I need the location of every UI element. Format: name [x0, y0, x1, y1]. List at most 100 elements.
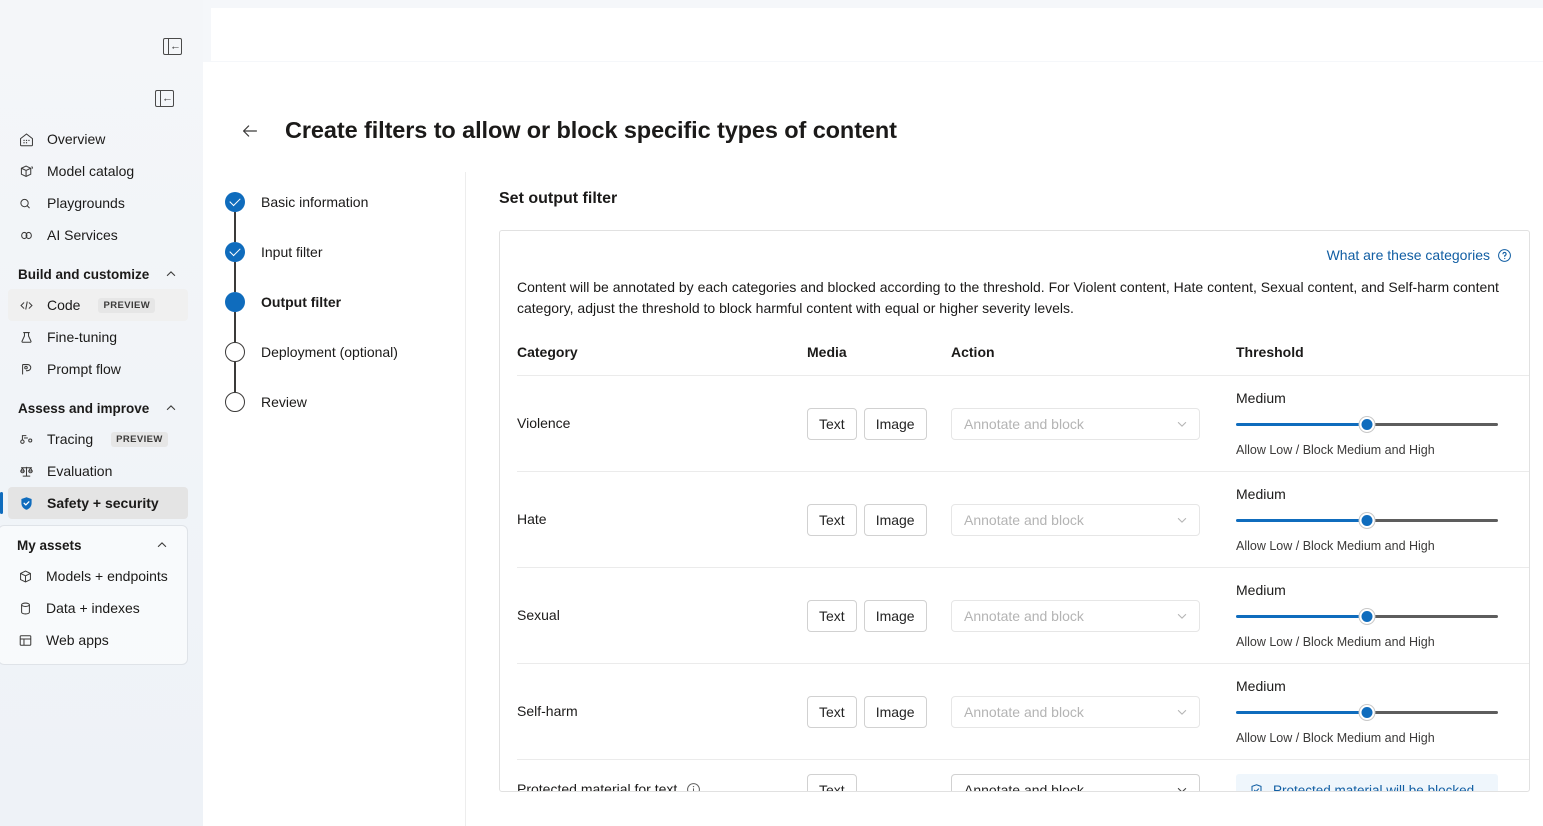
slider-track-filled	[1236, 519, 1367, 522]
sidebar-item-label: Data + indexes	[46, 600, 140, 616]
threshold-description: Allow Low / Block Medium and High	[1236, 443, 1509, 457]
cell-threshold: Medium Allow Low / Block Medium and High	[1236, 568, 1509, 664]
sidebar-item-models-endpoints[interactable]: Models + endpoints	[7, 560, 179, 592]
table-row: Sexual Text Image	[517, 568, 1530, 664]
collapse-panel-icon-top[interactable]	[163, 38, 182, 55]
media-chip-image[interactable]: Image	[864, 408, 927, 440]
sidebar-group-label: Build and customize	[18, 267, 149, 282]
main-panel: Create filters to allow or block specifi…	[203, 62, 1543, 826]
sidebar-item-label: Overview	[47, 131, 105, 147]
sidebar-group-assess-and-improve[interactable]: Assess and improve	[8, 393, 188, 423]
action-dropdown[interactable]: Annotate and block	[951, 504, 1200, 536]
dialog-top-bar	[211, 8, 1543, 61]
spacer	[0, 385, 196, 393]
sidebar-item-data-indexes[interactable]: Data + indexes	[7, 592, 179, 624]
cell-spacer	[1509, 664, 1530, 760]
categories-table-body: Violence Text Image	[517, 376, 1530, 793]
cell-threshold: Medium Allow Low / Block Medium and High	[1236, 376, 1509, 472]
category-label: Protected material for text	[517, 781, 677, 792]
chevron-up-icon	[164, 267, 178, 281]
sidebar-item-label: Web apps	[46, 632, 109, 648]
reset-to-default-icon[interactable]	[1529, 341, 1530, 359]
cell-media: Text	[807, 760, 951, 793]
question-circle-icon	[1497, 248, 1512, 263]
back-arrow-icon[interactable]	[239, 120, 261, 142]
wizard-step-basic-information[interactable]: Basic information	[225, 192, 465, 212]
column-header-threshold: Threshold	[1236, 341, 1509, 376]
wizard-step-input-filter[interactable]: Input filter	[225, 242, 465, 262]
category-label: Sexual	[517, 607, 560, 623]
step-pending-icon	[225, 392, 245, 412]
chevron-up-icon	[164, 401, 178, 415]
threshold-description: Allow Low / Block Medium and High	[1236, 731, 1509, 745]
collapse-panel-icon-secondary[interactable]	[155, 90, 174, 107]
media-chip-text[interactable]: Text	[807, 600, 857, 632]
sidebar-item-evaluation[interactable]: Evaluation	[8, 455, 188, 487]
page-header: Create filters to allow or block specifi…	[203, 62, 1543, 144]
chevron-down-icon	[1175, 513, 1189, 527]
threshold-slider[interactable]	[1236, 609, 1498, 623]
cell-category: Self-harm	[517, 664, 807, 760]
cell-spacer	[1509, 472, 1530, 568]
output-filter-card: What are these categories Content will b…	[499, 230, 1530, 792]
media-chip-image[interactable]: Image	[864, 504, 927, 536]
sidebar-item-label: Playgrounds	[47, 195, 125, 211]
sidebar-item-safety-security[interactable]: Safety + security	[8, 487, 188, 519]
cell-category: Violence	[517, 376, 807, 472]
sidebar-item-label: Fine-tuning	[47, 329, 117, 345]
category-label: Hate	[517, 511, 547, 527]
media-chip-text[interactable]: Text	[807, 504, 857, 536]
what-are-these-categories-link[interactable]: What are these categories	[1327, 247, 1512, 263]
threshold-slider[interactable]	[1236, 417, 1498, 431]
sidebar-item-tracing[interactable]: Tracing PREVIEW	[8, 423, 188, 455]
slider-thumb[interactable]	[1360, 417, 1375, 432]
media-chip-text[interactable]: Text	[807, 696, 857, 728]
action-dropdown[interactable]: Annotate and block	[951, 600, 1200, 632]
media-chip-text[interactable]: Text	[807, 408, 857, 440]
action-dropdown[interactable]: Annotate and block	[951, 408, 1200, 440]
sidebar-item-overview[interactable]: Overview	[8, 123, 188, 155]
slider-thumb[interactable]	[1360, 513, 1375, 528]
page-title: Create filters to allow or block specifi…	[285, 117, 897, 144]
media-chip-text[interactable]: Text	[807, 774, 857, 792]
media-chip-image[interactable]: Image	[864, 600, 927, 632]
table-header-row: Category Media Action Threshold	[517, 341, 1530, 376]
threshold-slider[interactable]	[1236, 513, 1498, 527]
sidebar-item-model-catalog[interactable]: Model catalog	[8, 155, 188, 187]
slider-track-remaining	[1367, 423, 1498, 426]
wizard-step-review[interactable]: Review	[225, 392, 465, 412]
sidebar-item-fine-tuning[interactable]: Fine-tuning	[8, 321, 188, 353]
database-icon	[17, 600, 34, 617]
step-current-icon	[225, 292, 245, 312]
threshold-level-label: Medium	[1236, 486, 1509, 502]
sidebar-item-web-apps[interactable]: Web apps	[7, 624, 179, 656]
sidebar-item-code[interactable]: Code PREVIEW	[8, 289, 188, 321]
step-complete-icon	[225, 242, 245, 262]
cell-action: Annotate and block	[951, 664, 1236, 760]
media-chip-image[interactable]: Image	[864, 696, 927, 728]
flask-icon	[18, 329, 35, 346]
sidebar-item-prompt-flow[interactable]: Prompt flow	[8, 353, 188, 385]
sidebar-item-ai-services[interactable]: AI Services	[8, 219, 188, 251]
threshold-slider[interactable]	[1236, 705, 1498, 719]
step-connector	[234, 212, 236, 242]
sidebar-item-playgrounds[interactable]: Playgrounds	[8, 187, 188, 219]
sidebar-item-label: Prompt flow	[47, 361, 121, 377]
threshold-description: Allow Low / Block Medium and High	[1236, 635, 1509, 649]
card-description: Content will be annotated by each catego…	[517, 277, 1502, 319]
wizard-step-deployment[interactable]: Deployment (optional)	[225, 342, 465, 362]
sidebar-my-assets-card: My assets Models + endpoints	[0, 525, 188, 665]
wizard-step-output-filter[interactable]: Output filter	[225, 292, 465, 312]
categories-link-row: What are these categories	[517, 247, 1512, 263]
sidebar-group-my-assets[interactable]: My assets	[7, 530, 179, 560]
tracing-icon	[18, 431, 35, 448]
info-circle-icon[interactable]	[686, 782, 701, 793]
action-dropdown[interactable]: Annotate and block	[951, 774, 1200, 792]
slider-thumb[interactable]	[1360, 609, 1375, 624]
table-row: Violence Text Image	[517, 376, 1530, 472]
action-dropdown[interactable]: Annotate and block	[951, 696, 1200, 728]
sidebar-group-build-and-customize[interactable]: Build and customize	[8, 259, 188, 289]
slider-thumb[interactable]	[1360, 705, 1375, 720]
cell-action: Annotate and block	[951, 376, 1236, 472]
sidebar-item-label: Safety + security	[47, 495, 159, 511]
